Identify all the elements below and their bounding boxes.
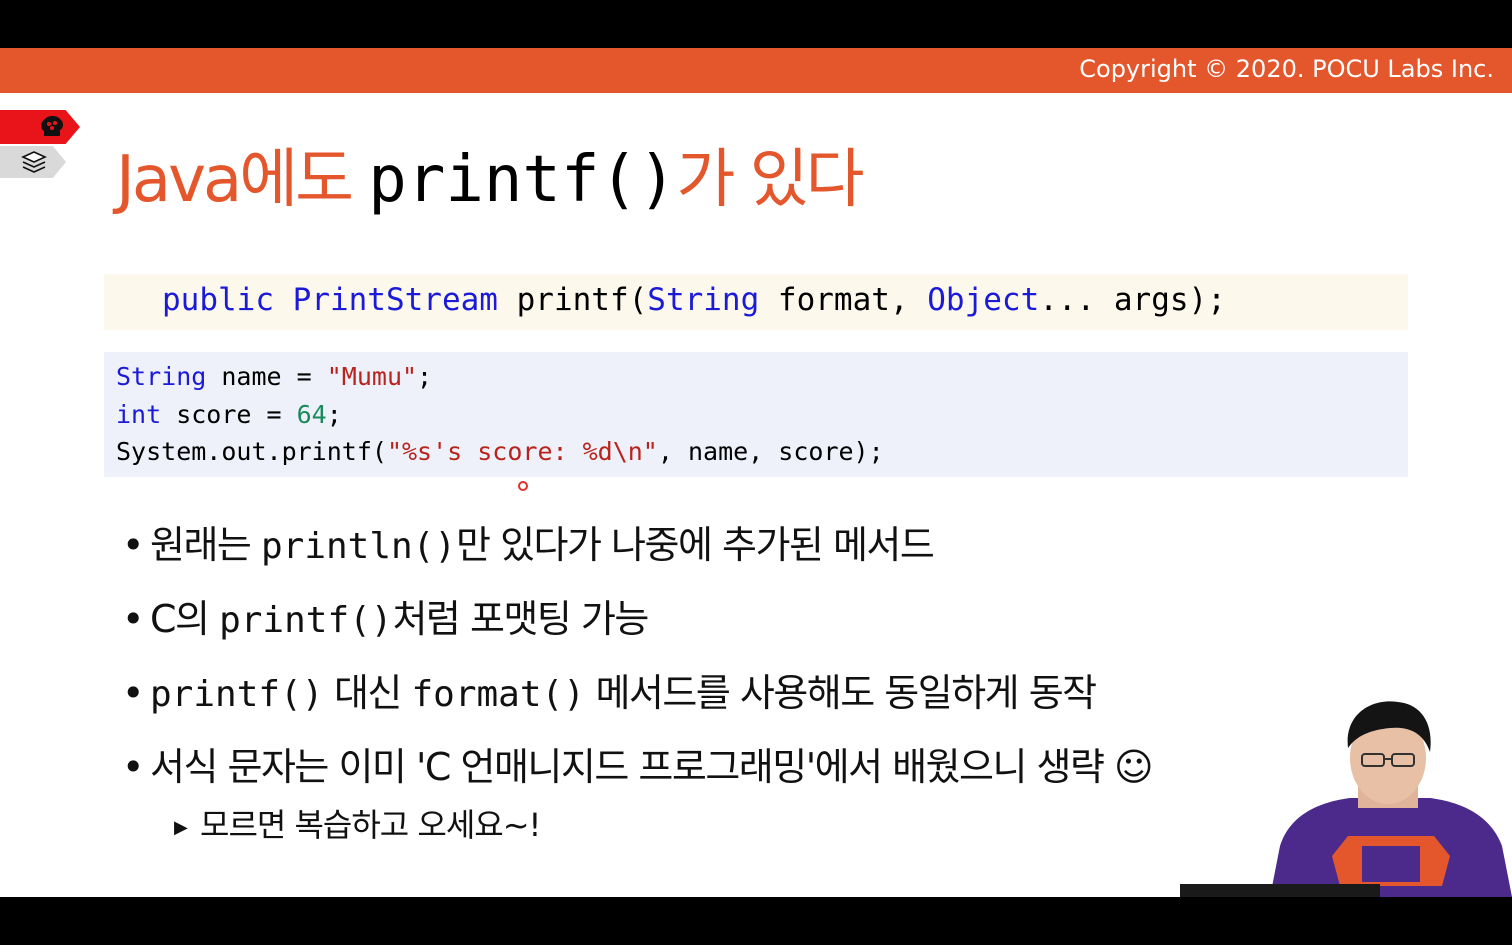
bullet-2: • C의 printf()처럼 포맷팅 가능 xyxy=(122,597,649,641)
slide-title: Java에도 printf()가 있다 xyxy=(116,128,865,220)
code-text: , name, score); xyxy=(657,437,884,466)
code-string: "Mumu" xyxy=(326,362,418,391)
code-text: ; xyxy=(326,400,342,429)
header-bar: Copyright © 2020. POCU Labs Inc. xyxy=(0,48,1512,93)
books-tab xyxy=(0,146,66,178)
sig-public: public xyxy=(162,282,274,318)
presenter-desk xyxy=(1180,884,1380,897)
code-line-2: int score = 64; xyxy=(116,400,342,429)
sig-method: printf( xyxy=(497,282,648,318)
code-line-1: String name = "Mumu"; xyxy=(116,362,432,391)
bullet-code: format() xyxy=(411,674,585,715)
bullet-4: • 서식 문자는 이미 'C 언매니지드 프로그래밍'에서 배웠으니 생략 ☺ xyxy=(122,745,1154,789)
code-type: int xyxy=(116,400,162,429)
bullet-code: printf() xyxy=(219,600,393,641)
title-suffix: 가 있다 xyxy=(676,143,865,217)
books-stack-icon xyxy=(21,151,47,173)
bullet-text: 만 있다가 나중에 추가된 메서드 xyxy=(456,523,935,567)
bullet-text: 서식 문자는 이미 'C 언매니지드 프로그래밍'에서 배웠으니 생략 ☺ xyxy=(150,745,1154,789)
code-text: System.out.printf( xyxy=(116,437,387,466)
sig-rest: ... args); xyxy=(1039,282,1226,318)
sig-object: Object xyxy=(927,282,1040,318)
triangle-bullet-icon: ▶ xyxy=(174,816,188,838)
bullet-code: println() xyxy=(260,526,457,567)
brain-tab xyxy=(0,110,80,144)
bullet-text: 대신 xyxy=(323,671,412,715)
sub-bullet-1: ▶ 모르면 복습하고 오세요~! xyxy=(174,800,541,846)
code-string: "%s's score: %d\n" xyxy=(386,437,658,466)
slide: Copyright © 2020. POCU Labs Inc. Java에도 … xyxy=(0,48,1512,897)
bullet-text: 원래는 xyxy=(150,523,261,567)
bullet-code: printf() xyxy=(150,674,324,715)
copyright-text: Copyright © 2020. POCU Labs Inc. xyxy=(1079,55,1494,83)
code-text: score = xyxy=(161,400,297,429)
video-letterbox-bottom xyxy=(0,897,1512,945)
code-line-3: System.out.printf("%s's score: %d\n", na… xyxy=(116,437,884,466)
video-letterbox-top xyxy=(0,0,1512,48)
title-code: printf() xyxy=(368,143,677,217)
brain-icon xyxy=(41,116,63,136)
bullet-text: 메서드를 사용해도 동일하게 동작 xyxy=(584,671,1097,715)
code-type: String xyxy=(116,362,207,391)
sig-format: format, xyxy=(759,282,928,318)
code-number: 64 xyxy=(296,400,327,429)
bullet-3: • printf() 대신 format() 메서드를 사용해도 동일하게 동작 xyxy=(122,671,1097,715)
method-signature: public PrintStream printf(String format,… xyxy=(162,282,1226,318)
title-prefix: Java에도 xyxy=(116,143,354,217)
sig-printstream: PrintStream xyxy=(292,282,498,318)
sig-string: String xyxy=(647,282,760,318)
bullet-1: • 원래는 println()만 있다가 나중에 추가된 메서드 xyxy=(122,523,935,567)
bullet-text: 처럼 포맷팅 가능 xyxy=(392,597,649,641)
code-text: name = xyxy=(206,362,327,391)
laser-pointer-dot xyxy=(518,481,528,491)
presenter-video-overlay xyxy=(1270,701,1512,897)
bullet-text: C의 xyxy=(150,597,220,641)
code-text: ; xyxy=(417,362,433,391)
sub-bullet-text: 모르면 복습하고 오세요~! xyxy=(200,806,541,844)
